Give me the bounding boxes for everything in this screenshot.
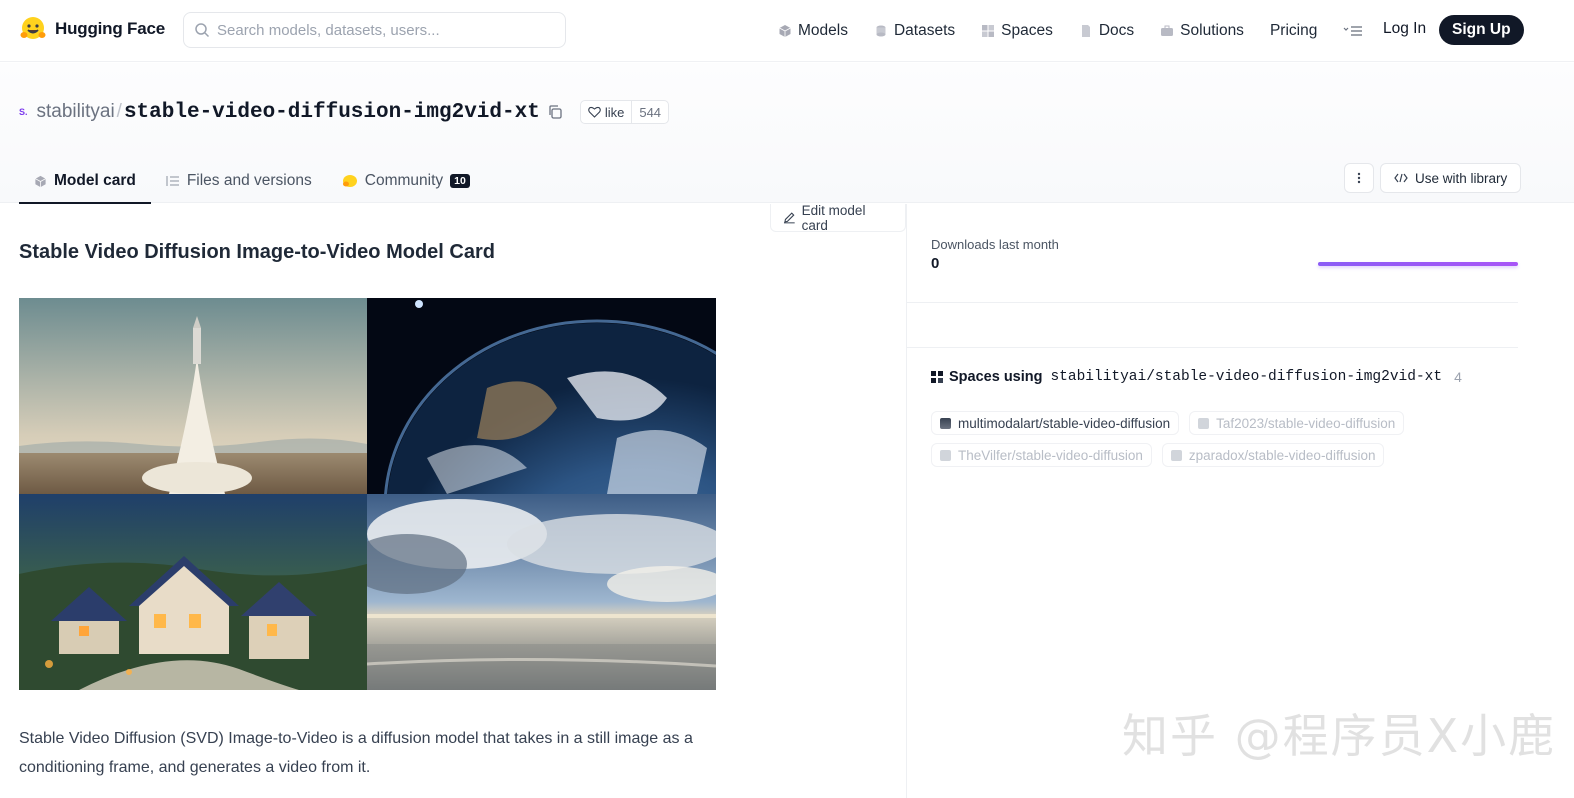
copy-icon[interactable] xyxy=(547,104,563,120)
heart-icon xyxy=(588,106,601,118)
repo-title: S. stabilityai / stable-video-diffusion-… xyxy=(19,99,670,125)
repo-tabs: Model card Files and versions Community … xyxy=(19,159,485,204)
signup-button[interactable]: Sign Up xyxy=(1439,15,1524,45)
nav-pricing[interactable]: Pricing xyxy=(1270,22,1317,40)
nav-models[interactable]: Models xyxy=(778,22,848,40)
sample-images-grid xyxy=(19,298,716,690)
cube-icon xyxy=(779,25,791,37)
pencil-icon xyxy=(783,212,795,224)
edit-model-card-button[interactable]: Edit model card xyxy=(770,203,906,233)
nav-solutions[interactable]: Solutions xyxy=(1160,22,1244,40)
menu-more-icon xyxy=(1343,26,1363,36)
space-thumbnail-icon xyxy=(1198,417,1210,429)
space-thumbnail-icon xyxy=(940,449,951,461)
downloads-label: Downloads last month xyxy=(931,237,1059,252)
nav-datasets[interactable]: Datasets xyxy=(874,22,955,40)
more-options-button[interactable] xyxy=(1344,163,1374,193)
divider xyxy=(907,302,1518,303)
login-link[interactable]: Log In xyxy=(1383,20,1426,38)
search-icon xyxy=(195,23,210,38)
vertical-dots-icon xyxy=(1357,172,1361,184)
brand-name: Hugging Face xyxy=(55,19,165,38)
search-box[interactable] xyxy=(183,12,566,48)
org-name-link[interactable]: stabilityai xyxy=(37,101,115,123)
code-icon xyxy=(1394,173,1408,183)
brand-link[interactable]: Hugging Face xyxy=(19,15,165,43)
downloads-sparkline xyxy=(1318,262,1518,266)
hugging-face-logo-icon xyxy=(20,17,46,39)
repo-header: S. stabilityai / stable-video-diffusion-… xyxy=(0,63,1574,204)
community-count-badge: 10 xyxy=(450,174,470,188)
space-chip[interactable]: zparadox/stable-video-diffusion xyxy=(1161,443,1385,467)
tab-model-card[interactable]: Model card xyxy=(19,159,151,204)
spaces-list: multimodalart/stable-video-diffusion Taf… xyxy=(931,411,1491,467)
nav-docs[interactable]: Docs xyxy=(1079,22,1134,40)
repo-name: stable-video-diffusion-img2vid-xt xyxy=(123,100,540,124)
spaces-using-repo: stabilityai/stable-video-diffusion-img2v… xyxy=(1050,369,1443,385)
main-nav: Models Datasets Spaces Docs Solutions Pr… xyxy=(778,18,1393,44)
model-card-title: Stable Video Diffusion Image-to-Video Mo… xyxy=(19,241,495,263)
model-card-content: Edit model card Stable Video Diffusion I… xyxy=(0,203,906,798)
tab-files-and-versions[interactable]: Files and versions xyxy=(151,159,327,203)
nav-more-menu[interactable] xyxy=(1343,25,1363,37)
spaces-count: 4 xyxy=(1454,369,1462,385)
org-avatar[interactable]: S. xyxy=(19,107,28,117)
downloads-value: 0 xyxy=(931,255,940,272)
like-button[interactable]: like xyxy=(581,101,632,123)
spaces-grid-icon xyxy=(931,371,943,383)
sample-image-earth xyxy=(367,298,716,494)
top-navbar: Hugging Face Models Datasets Spaces Docs… xyxy=(0,0,1574,62)
model-description: Stable Video Diffusion (SVD) Image-to-Vi… xyxy=(19,730,693,776)
space-chip[interactable]: Taf2023/stable-video-diffusion xyxy=(1189,411,1405,435)
use-with-library-button[interactable]: Use with library xyxy=(1380,163,1522,193)
tab-community[interactable]: Community 10 xyxy=(327,159,485,203)
sample-image-village xyxy=(19,494,367,690)
briefcase-icon xyxy=(1161,25,1174,36)
spaces-using-header: Spaces using stabilityai/stable-video-di… xyxy=(931,369,1462,385)
nav-spaces[interactable]: Spaces xyxy=(981,22,1053,40)
search-input[interactable] xyxy=(217,21,547,39)
path-separator: / xyxy=(116,101,122,122)
space-chip[interactable]: TheVilfer/stable-video-diffusion xyxy=(931,443,1152,467)
cube-icon xyxy=(35,175,46,187)
community-hugging-icon xyxy=(342,175,357,187)
docs-icon xyxy=(1081,25,1090,37)
spaces-using-label: Spaces using xyxy=(949,369,1043,385)
spaces-grid-icon xyxy=(982,25,995,37)
like-widget: like 544 xyxy=(579,100,670,124)
space-thumbnail-icon xyxy=(940,417,951,429)
database-icon xyxy=(876,25,886,37)
space-chip[interactable]: multimodalart/stable-video-diffusion xyxy=(931,411,1180,435)
sample-image-rocket xyxy=(19,298,367,494)
like-count[interactable]: 544 xyxy=(631,101,668,123)
divider xyxy=(907,347,1518,348)
space-thumbnail-icon xyxy=(1170,449,1182,461)
file-tree-icon xyxy=(166,176,179,186)
sample-image-clouds-sea xyxy=(367,494,716,690)
watermark-text: 知乎 @程序员X小鹿 xyxy=(1122,709,1557,763)
